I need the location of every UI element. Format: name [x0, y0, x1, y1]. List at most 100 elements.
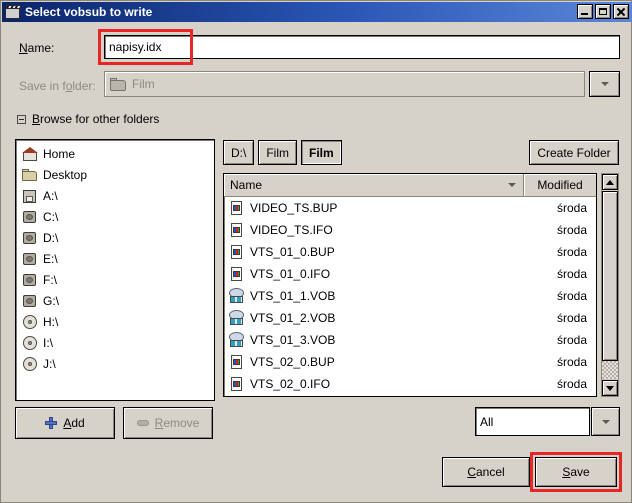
path-button-label: Film: [309, 145, 334, 160]
column-header-name[interactable]: Name: [224, 174, 524, 197]
file-modified: środa: [556, 201, 587, 215]
title-bar: Select vobsub to write: [2, 2, 632, 22]
create-folder-label: Create Folder: [537, 145, 611, 160]
save-in-folder-label: Save in folder:: [19, 79, 96, 93]
table-row[interactable]: VTS_01_1.VOB środa: [224, 285, 596, 307]
place-item-e[interactable]: E:\: [19, 248, 214, 269]
minus-box-icon: [17, 114, 26, 124]
file-name: VTS_01_1.VOB: [250, 289, 336, 303]
place-label: E:\: [43, 251, 58, 266]
place-item-d[interactable]: D:\: [19, 227, 214, 248]
table-row[interactable]: VTS_01_0.IFO środa: [224, 263, 596, 285]
document-icon: [229, 266, 245, 282]
scrollbar-track[interactable]: [602, 361, 618, 379]
film-clapper-icon: [5, 5, 21, 19]
add-button[interactable]: Add: [15, 407, 115, 439]
place-item-j[interactable]: J:\: [19, 353, 214, 374]
media-icon: [229, 310, 245, 326]
media-icon: [229, 332, 245, 348]
harddisk-icon: [22, 293, 38, 309]
filename-highlight-box: [98, 29, 193, 65]
place-label: H:\: [43, 314, 59, 329]
filter-dropdown-button[interactable]: [591, 407, 620, 436]
places-list[interactable]: Home Desktop A:\ C:\ D:\ E:\ F:\ G:\ H:\…: [15, 139, 215, 401]
place-item-home[interactable]: Home: [19, 143, 214, 164]
harddisk-icon: [22, 230, 38, 246]
table-row[interactable]: VTS_02_0.BUP środa: [224, 351, 596, 373]
path-button-film-current[interactable]: Film: [301, 140, 342, 165]
cdrom-icon: [22, 335, 38, 351]
place-item-f[interactable]: F:\: [19, 269, 214, 290]
cancel-button[interactable]: Cancel: [442, 457, 530, 487]
filter-combo-input[interactable]: All: [475, 407, 590, 436]
browse-other-folders-expander[interactable]: Browse for other folders: [17, 112, 159, 126]
file-name: VIDEO_TS.BUP: [250, 201, 338, 215]
table-row[interactable]: VTS_01_0.BUP środa: [224, 241, 596, 263]
place-label: G:\: [43, 293, 60, 308]
save-in-folder-dropdown-button[interactable]: [589, 71, 620, 97]
file-name: VTS_02_0.IFO: [250, 377, 331, 391]
floppy-icon: [22, 188, 38, 204]
place-label: C:\: [43, 209, 59, 224]
window-title: Select vobsub to write: [25, 5, 153, 19]
table-row[interactable]: VIDEO_TS.IFO środa: [224, 219, 596, 241]
place-label: D:\: [43, 230, 59, 245]
file-modified: środa: [556, 223, 587, 237]
place-label: J:\: [43, 356, 56, 371]
file-modified: środa: [556, 289, 587, 303]
path-button-film[interactable]: Film: [258, 140, 298, 165]
file-modified: środa: [556, 311, 587, 325]
place-item-a[interactable]: A:\: [19, 185, 214, 206]
name-label-rest: ame:: [27, 41, 55, 55]
file-modified: środa: [556, 245, 587, 259]
table-row[interactable]: VTS_02_0.IFO środa: [224, 373, 596, 395]
scroll-up-button[interactable]: [602, 174, 618, 190]
triangle-down-icon: [606, 385, 614, 391]
file-modified: środa: [556, 333, 587, 347]
place-item-g[interactable]: G:\: [19, 290, 214, 311]
chevron-down-icon: [601, 419, 610, 424]
place-label: A:\: [43, 188, 58, 203]
harddisk-icon: [22, 209, 38, 225]
column-header-modified[interactable]: Modified: [524, 174, 596, 197]
file-name: VTS_01_2.VOB: [250, 311, 336, 325]
file-list-pane[interactable]: Name Modified VIDEO_TS.BUP środa VIDEO_TS…: [223, 173, 597, 397]
chevron-down-icon: [600, 82, 609, 86]
scroll-down-button[interactable]: [602, 380, 618, 396]
file-list-header: Name Modified: [224, 174, 596, 197]
document-icon: [229, 354, 245, 370]
place-item-i[interactable]: I:\: [19, 332, 214, 353]
path-button-label: D:\: [231, 145, 247, 160]
path-breadcrumb: D:\ Film Film: [223, 140, 342, 165]
remove-button: Remove: [123, 407, 213, 439]
file-name: VTS_01_0.BUP: [250, 245, 335, 259]
cancel-label-rest: ancel: [475, 465, 505, 479]
place-label: Home: [43, 146, 76, 161]
save-in-folder-combo[interactable]: Film: [104, 71, 585, 97]
table-row[interactable]: VTS_01_3.VOB środa: [224, 329, 596, 351]
table-row[interactable]: VTS_01_2.VOB środa: [224, 307, 596, 329]
create-folder-button[interactable]: Create Folder: [529, 140, 619, 165]
path-button-drive[interactable]: D:\: [223, 140, 255, 165]
home-icon: [22, 146, 38, 162]
place-item-desktop[interactable]: Desktop: [19, 164, 214, 185]
scrollbar-thumb[interactable]: [602, 191, 618, 361]
place-item-h[interactable]: H:\: [19, 311, 214, 332]
save-dialog-window: Select vobsub to write Name: napisy.idx …: [0, 0, 632, 503]
save-button-highlight-box: [530, 452, 622, 492]
minimize-button[interactable]: [577, 4, 593, 19]
file-list-scrollbar[interactable]: [601, 173, 619, 397]
column-header-modified-label: Modified: [537, 178, 583, 192]
cdrom-icon: [22, 356, 38, 372]
close-button[interactable]: [613, 4, 629, 19]
file-name: VIDEO_TS.IFO: [250, 223, 333, 237]
harddisk-icon: [22, 272, 38, 288]
chevron-down-icon: [508, 183, 516, 187]
place-item-c[interactable]: C:\: [19, 206, 214, 227]
file-name: VTS_02_0.BUP: [250, 355, 335, 369]
document-icon: [229, 222, 245, 238]
plus-icon: [45, 417, 58, 429]
table-row[interactable]: VIDEO_TS.BUP środa: [224, 197, 596, 219]
maximize-button[interactable]: [595, 4, 611, 19]
minus-icon: [136, 420, 149, 426]
